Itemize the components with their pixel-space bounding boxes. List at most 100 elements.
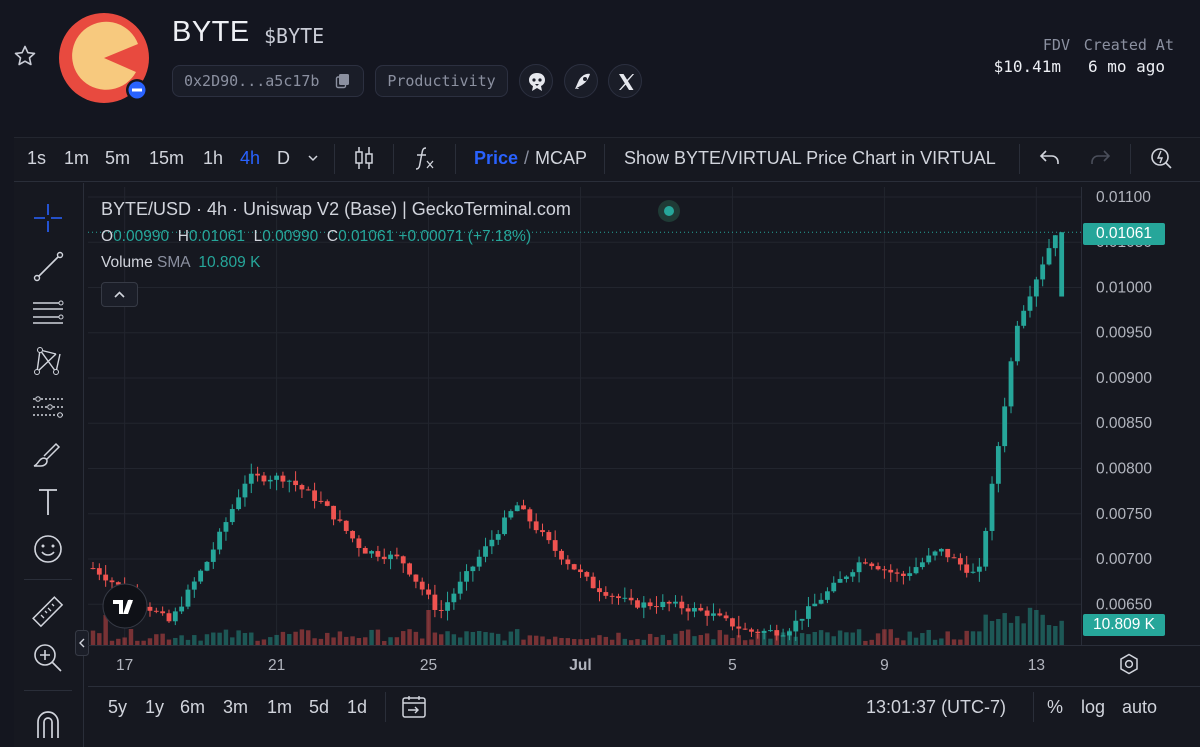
price-toggle[interactable]: Price: [474, 148, 518, 169]
tradingview-logo[interactable]: [102, 583, 148, 629]
range-5d[interactable]: 5d: [309, 697, 329, 718]
candle-body: [679, 601, 685, 609]
candle-body: [375, 551, 381, 557]
brush-icon[interactable]: [30, 437, 66, 473]
range-1m[interactable]: 1m: [267, 697, 292, 718]
candle-body: [172, 611, 178, 622]
range-3m[interactable]: 3m: [223, 697, 248, 718]
volume-bar: [920, 633, 925, 645]
volume-bar: [331, 637, 336, 645]
trend-line-icon[interactable]: [30, 248, 66, 284]
candle-body: [204, 561, 210, 571]
collapse-toolbar-icon[interactable]: [75, 630, 89, 656]
indicators-icon[interactable]: [412, 145, 438, 171]
redo-icon[interactable]: [1088, 147, 1112, 169]
range-6m[interactable]: 6m: [180, 697, 205, 718]
log-toggle[interactable]: log: [1081, 697, 1105, 718]
candle-body: [1014, 325, 1020, 362]
undo-icon[interactable]: [1038, 147, 1062, 169]
candlestick-icon[interactable]: [352, 145, 376, 171]
x-logo-icon[interactable]: [608, 64, 642, 98]
timeframe-15m[interactable]: 15m: [149, 148, 184, 169]
mcap-toggle[interactable]: MCAP: [535, 148, 587, 169]
timeframe-1m[interactable]: 1m: [64, 148, 89, 169]
candle-body: [597, 588, 602, 593]
volume-bar: [654, 637, 659, 645]
timeframe-d[interactable]: D: [277, 148, 290, 169]
candle-body: [666, 601, 672, 604]
volume-bar: [306, 630, 311, 645]
candle-body: [964, 564, 970, 573]
volume-bar: [147, 638, 153, 645]
show-pair-chart-button[interactable]: Show BYTE/VIRTUAL Price Chart in VIRTUAL: [624, 148, 996, 169]
volume-bar: [344, 636, 349, 645]
rocket-icon[interactable]: [564, 64, 598, 98]
candle-body: [704, 610, 710, 616]
percent-toggle[interactable]: %: [1047, 697, 1063, 718]
candle-body: [109, 580, 115, 583]
range-5y[interactable]: 5y: [108, 697, 127, 718]
collapse-legend-button[interactable]: [101, 282, 138, 307]
settings-icon[interactable]: [1117, 652, 1141, 676]
candle-body: [628, 597, 634, 601]
crosshair-icon[interactable]: [30, 200, 66, 236]
pattern-icon[interactable]: [30, 343, 66, 379]
candle-body: [932, 551, 938, 556]
emoji-icon[interactable]: [30, 531, 66, 567]
volume-bar: [875, 633, 881, 645]
ruler-icon[interactable]: [30, 594, 66, 630]
candle-body: [831, 582, 837, 592]
auto-toggle[interactable]: auto: [1122, 697, 1157, 718]
price-tick-label: 0.00750: [1096, 506, 1152, 523]
range-1y[interactable]: 1y: [145, 697, 164, 718]
forecast-icon[interactable]: [30, 390, 66, 426]
candle-body: [400, 556, 406, 564]
timeframe-1h[interactable]: 1h: [203, 148, 223, 169]
candle-body: [850, 572, 856, 577]
candle-body: [755, 631, 761, 633]
star-icon[interactable]: [13, 44, 37, 68]
candle-body: [894, 572, 900, 574]
price-axis[interactable]: 0.011000.010500.010000.009500.009000.008…: [1081, 187, 1200, 645]
candle-body: [293, 480, 299, 486]
quick-search-icon[interactable]: [1148, 144, 1174, 170]
volume-bar: [565, 638, 571, 645]
timeframe-1s[interactable]: 1s: [27, 148, 46, 169]
timeframe-4h[interactable]: 4h: [240, 148, 260, 169]
volume-bar: [369, 629, 374, 645]
low-value: 0.00990: [262, 228, 319, 245]
live-status-dot: [658, 200, 680, 222]
eagle-icon[interactable]: [519, 64, 553, 98]
time-tick-label: 13: [1028, 657, 1045, 674]
zoom-in-icon[interactable]: [30, 640, 66, 676]
copy-icon[interactable]: [335, 73, 351, 89]
candle-body: [261, 475, 267, 482]
volume-bar: [679, 630, 685, 645]
contract-address[interactable]: 0x2D90...a5c17b: [172, 65, 364, 97]
text-icon[interactable]: [30, 484, 66, 520]
time-tick-label: Jul: [569, 657, 591, 674]
candle-body: [654, 606, 659, 608]
chevron-down-icon[interactable]: [306, 151, 320, 165]
candle-body: [692, 607, 697, 612]
date-range-icon[interactable]: [400, 694, 428, 720]
volume-bar: [287, 634, 292, 645]
candle-body: [616, 596, 621, 599]
close-value: 0.01061: [338, 228, 395, 245]
range-1d[interactable]: 1d: [347, 697, 367, 718]
volume-bar: [249, 632, 254, 645]
category-tag[interactable]: Productivity: [375, 65, 508, 97]
candle-body: [407, 563, 412, 575]
candle-body: [837, 578, 843, 583]
magnet-icon[interactable]: [30, 705, 66, 741]
chart-legend-title: BYTE/USD · 4h · Uniswap V2 (Base) | Geck…: [101, 199, 571, 219]
volume-bar: [812, 631, 817, 645]
horizontal-lines-icon[interactable]: [30, 295, 66, 331]
time-tick-label: 17: [116, 657, 133, 674]
volume-bar: [375, 629, 381, 645]
volume-bar: [704, 633, 710, 645]
volume-bar: [274, 634, 279, 645]
volume-bar: [514, 629, 520, 645]
clock-time[interactable]: 13:01:37 (UTC-7): [866, 697, 1006, 718]
timeframe-5m[interactable]: 5m: [105, 148, 130, 169]
